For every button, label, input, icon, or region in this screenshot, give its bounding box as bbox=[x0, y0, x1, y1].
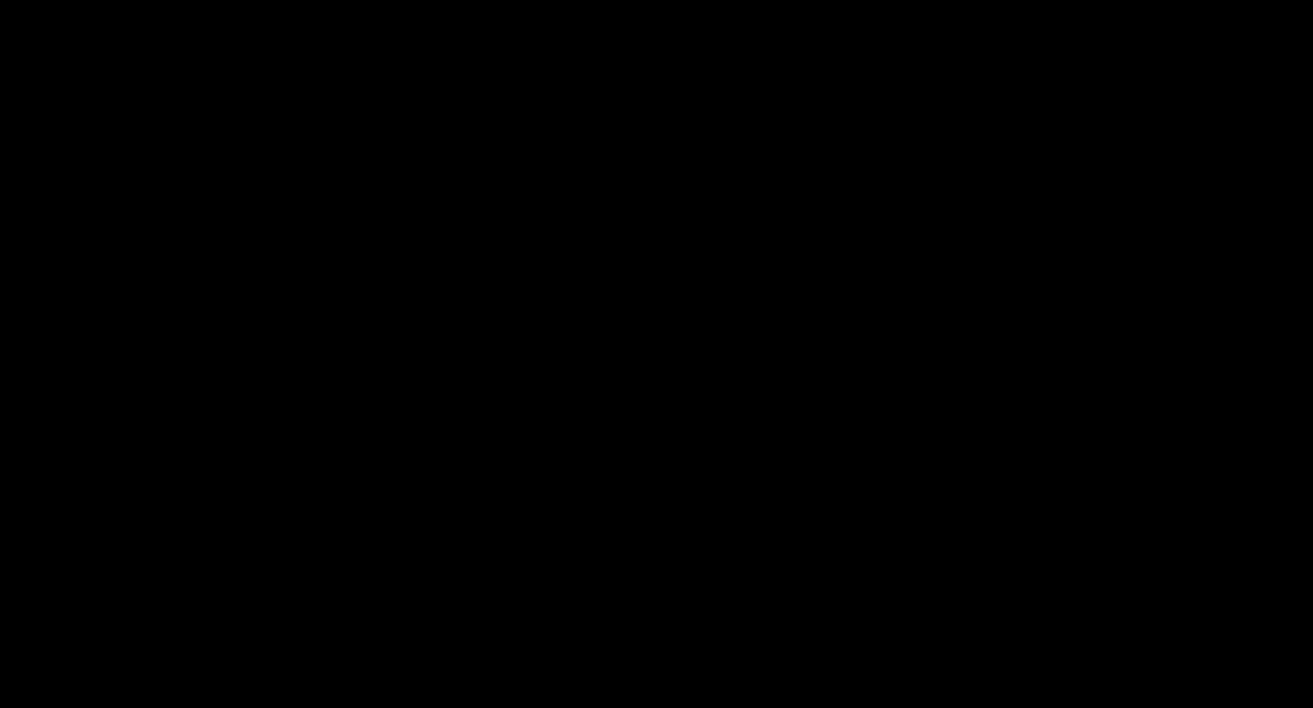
boot-menu-box bbox=[18, 58, 1295, 120]
help-text bbox=[96, 174, 1313, 391]
menu-border-top bbox=[18, 58, 1295, 89]
menu-border-bottom bbox=[18, 89, 1295, 120]
